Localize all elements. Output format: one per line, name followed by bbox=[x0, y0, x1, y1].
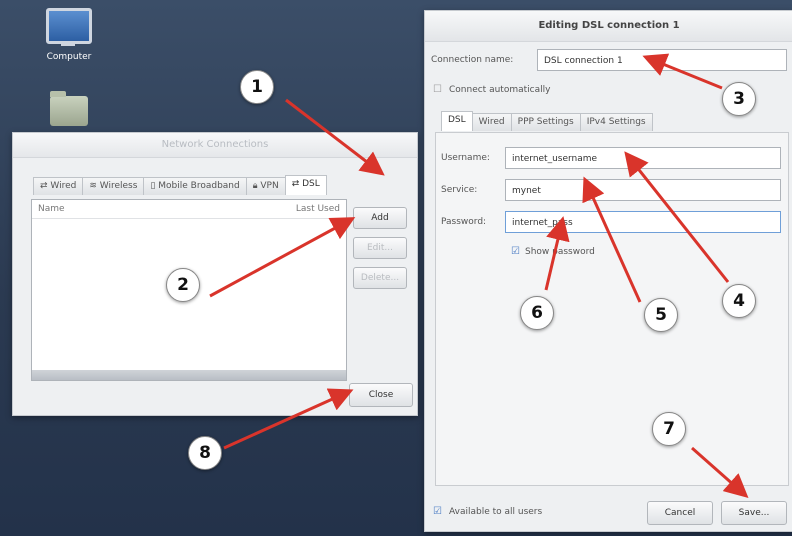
callout-1: 1 bbox=[240, 70, 274, 104]
arrow-8 bbox=[223, 388, 354, 450]
arrow-4 bbox=[624, 151, 730, 283]
callout-2: 2 bbox=[166, 268, 200, 302]
callout-4: 4 bbox=[722, 284, 756, 318]
annotation-arrows bbox=[209, 53, 749, 498]
callout-7: 7 bbox=[652, 412, 686, 446]
arrow-3 bbox=[642, 53, 723, 90]
callout-5: 5 bbox=[644, 298, 678, 332]
callout-8: 8 bbox=[188, 436, 222, 470]
callout-3: 3 bbox=[722, 82, 756, 116]
arrow-2 bbox=[209, 217, 356, 298]
arrow-1 bbox=[285, 98, 385, 176]
arrow-7 bbox=[691, 446, 749, 498]
callout-6: 6 bbox=[520, 296, 554, 330]
arrow-5 bbox=[582, 176, 642, 303]
arrow-6 bbox=[544, 216, 570, 291]
